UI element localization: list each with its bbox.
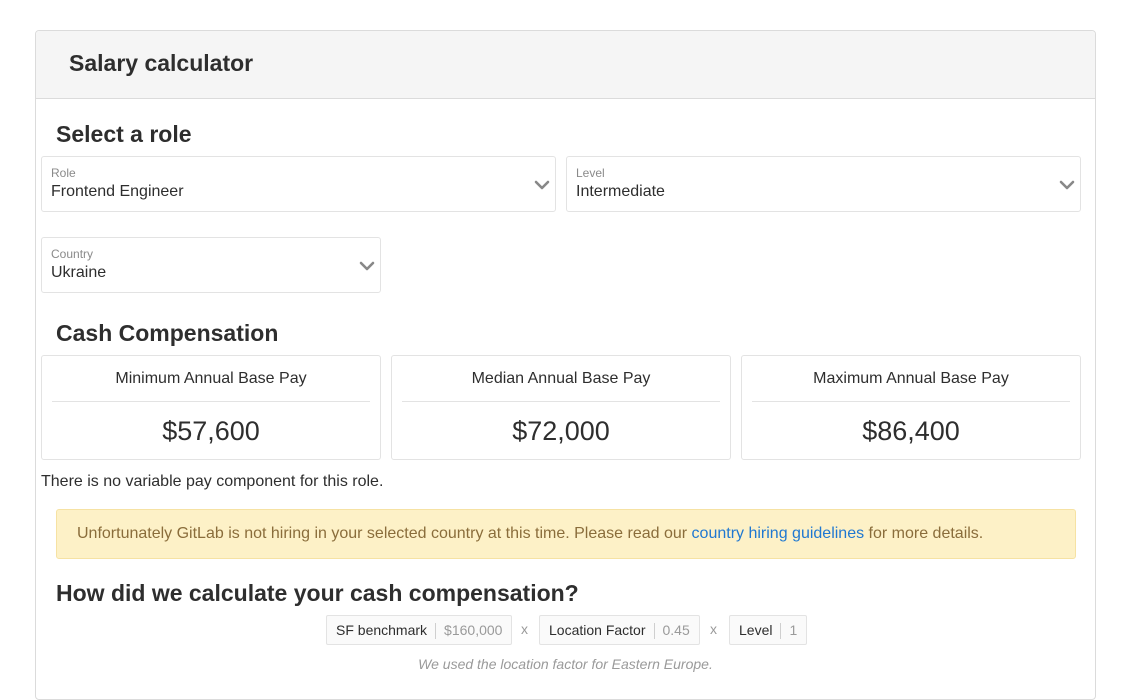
card-header: Salary calculator xyxy=(36,31,1095,99)
chip-label: SF benchmark xyxy=(336,622,428,638)
median-pay-amount: $72,000 xyxy=(512,416,610,446)
variable-pay-note: There is no variable pay component for t… xyxy=(41,473,384,490)
hiring-alert: Unfortunately GitLab is not hiring in yo… xyxy=(56,509,1076,559)
sf-benchmark-chip: SF benchmark $160,000 xyxy=(326,615,513,645)
select-role-heading: Select a role xyxy=(56,121,192,147)
location-factor-chip: Location Factor 0.45 xyxy=(539,615,700,645)
chip-value: $160,000 xyxy=(444,622,503,638)
chevron-down-icon xyxy=(1059,180,1075,190)
chip-label: Level xyxy=(739,622,773,638)
role-select[interactable]: Role Frontend Engineer xyxy=(41,156,556,212)
level-select-value: Intermediate xyxy=(576,183,665,200)
median-pay-box: Median Annual Base Pay $72,000 xyxy=(391,355,731,460)
calculation-formula: SF benchmark $160,000 x Location Factor 0.… xyxy=(36,615,1095,645)
maximum-pay-amount: $86,400 xyxy=(862,416,960,446)
minimum-pay-amount: $57,600 xyxy=(162,416,260,446)
maximum-pay-title: Maximum Annual Base Pay xyxy=(813,370,1009,387)
chevron-down-icon xyxy=(534,180,550,190)
country-select-label: Country xyxy=(51,247,94,261)
minimum-pay-box: Minimum Annual Base Pay $57,600 xyxy=(41,355,381,460)
divider xyxy=(52,401,370,402)
page-title: Salary calculator xyxy=(69,50,254,76)
maximum-pay-box: Maximum Annual Base Pay $86,400 xyxy=(741,355,1081,460)
level-select-label: Level xyxy=(576,166,605,180)
multiply-operator: x xyxy=(710,621,717,637)
calculation-heading: How did we calculate your cash compensat… xyxy=(56,580,579,606)
chevron-down-icon xyxy=(359,261,375,271)
minimum-pay-title: Minimum Annual Base Pay xyxy=(115,370,307,387)
chip-label: Location Factor xyxy=(549,622,646,638)
country-select-value: Ukraine xyxy=(51,264,107,281)
role-select-label: Role xyxy=(51,166,76,180)
chip-value: 0.45 xyxy=(662,622,690,638)
level-chip: Level 1 xyxy=(729,615,808,645)
divider xyxy=(752,401,1070,402)
cash-compensation-heading: Cash Compensation xyxy=(56,320,279,346)
chip-value: 1 xyxy=(789,622,798,638)
salary-calculator-card: Salary calculator Select a role Role Fro… xyxy=(35,30,1096,700)
country-hiring-guidelines-link[interactable]: country hiring guidelines xyxy=(692,525,865,542)
alert-text-after: for more details. xyxy=(864,525,984,542)
level-select[interactable]: Level Intermediate xyxy=(566,156,1081,212)
median-pay-title: Median Annual Base Pay xyxy=(471,370,651,387)
role-select-value: Frontend Engineer xyxy=(51,183,184,200)
divider xyxy=(402,401,720,402)
multiply-operator: x xyxy=(521,621,528,637)
location-footnote: We used the location factor for Eastern … xyxy=(418,656,713,672)
alert-text-before: Unfortunately GitLab is not hiring in yo… xyxy=(77,525,692,542)
country-select[interactable]: Country Ukraine xyxy=(41,237,381,293)
